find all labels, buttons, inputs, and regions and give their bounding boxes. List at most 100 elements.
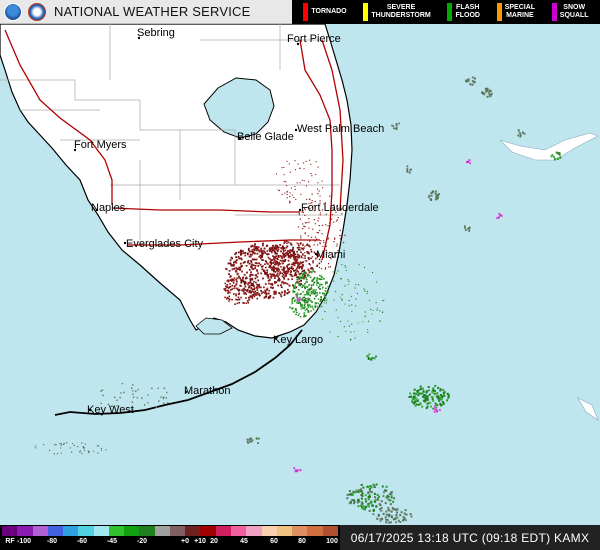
radar-echo [286,190,288,192]
radar-echo [285,246,288,249]
radar-echo [312,269,314,271]
radar-echo [286,197,288,199]
radar-echo [316,305,318,307]
radar-echo [336,243,338,245]
radar-echo [324,290,327,292]
radar-echo [363,288,365,290]
radar-echo [309,159,311,161]
radar-echo [300,235,302,237]
nws-branding[interactable]: NATIONAL WEATHER SERVICE [0,0,292,24]
radar-echo [296,251,298,253]
radar-echo [288,268,291,271]
radar-echo [319,195,321,197]
radar-echo [257,272,259,275]
colorbar-segment [246,526,262,536]
radar-echo [304,260,306,262]
radar-echo [157,387,159,389]
legend-label: SNOW SQUALL [559,4,589,19]
radar-echo [261,256,263,258]
radar-echo [296,266,299,269]
radar-echo [345,269,347,271]
radar-echo [321,283,323,286]
radar-echo [308,274,310,277]
radar-echo [338,335,340,337]
radar-echo [237,289,239,291]
radar-echo [274,271,277,273]
radar-echo [271,246,274,249]
radar-echo [317,277,319,280]
radar-echo [100,390,102,392]
radar-echo [302,254,304,257]
radar-echo [383,299,385,301]
radar-echo [298,267,300,270]
radar-echo [356,501,359,504]
radar-echo [249,275,251,278]
radar-echo [327,263,330,265]
colorbar-tick: 20 [210,538,218,545]
radar-echo [307,257,310,259]
radar-echo [132,396,135,398]
radar-echo [310,248,312,251]
radar-echo [487,91,490,94]
radar-echo [289,192,291,194]
radar-echo [278,246,280,249]
radar-echo [270,250,273,253]
radar-echo [304,214,306,216]
radar-echo [296,247,299,249]
radar-echo [286,240,288,242]
radar-echo [329,266,332,268]
radar-echo [307,311,310,313]
radar-echo [289,249,292,251]
colorbar-segment [292,526,308,536]
radar-echo [361,493,364,496]
radar-echo [137,388,139,391]
colorbar-segment [63,526,79,536]
radar-echo [286,185,288,187]
radar-echo [251,244,254,247]
radar-echo [286,160,288,162]
radar-echo [331,218,333,220]
radar-echo [280,286,283,289]
radar-echo [264,260,267,262]
radar-echo [425,391,428,394]
radar-echo [300,247,302,249]
radar-echo [252,294,254,297]
radar-echo [307,293,310,296]
radar-echo [289,201,291,203]
radar-echo [277,189,279,191]
radar-echo [250,260,252,262]
city-label-naples: Naples [91,202,126,214]
radar-echo [467,79,470,82]
radar-echo [269,273,271,275]
radar-echo [442,389,445,392]
radar-echo [300,242,302,244]
radar-echo [297,282,300,284]
radar-echo [305,185,307,187]
radar-echo [235,293,237,295]
radar-echo [310,286,313,289]
radar-echo [279,244,281,246]
radar-echo [87,450,89,452]
radar-echo [344,285,346,287]
legend-item-severe-thunderstorm: SEVERE THUNDERSTORM [363,3,431,21]
radar-echo [259,263,262,266]
radar-echo [299,167,301,169]
radar-echo [310,292,313,295]
radar-map[interactable] [0,0,600,550]
radar-echo [301,298,304,300]
radar-echo [270,275,272,278]
radar-echo [473,80,476,83]
radar-echo [305,276,307,279]
radar-echo [385,521,388,524]
warnings-legend: TORNADO SEVERE THUNDERSTORM FLASH FLOOD SPE… [292,0,600,24]
radar-echo [260,259,263,261]
radar-echo [489,94,492,97]
radar-echo [299,182,301,184]
radar-echo [387,498,390,501]
radar-echo [300,251,302,253]
radar-echo [294,169,296,171]
radar-echo [256,252,259,255]
radar-echo [43,444,45,446]
radar-echo [320,299,322,301]
radar-echo [258,286,260,289]
